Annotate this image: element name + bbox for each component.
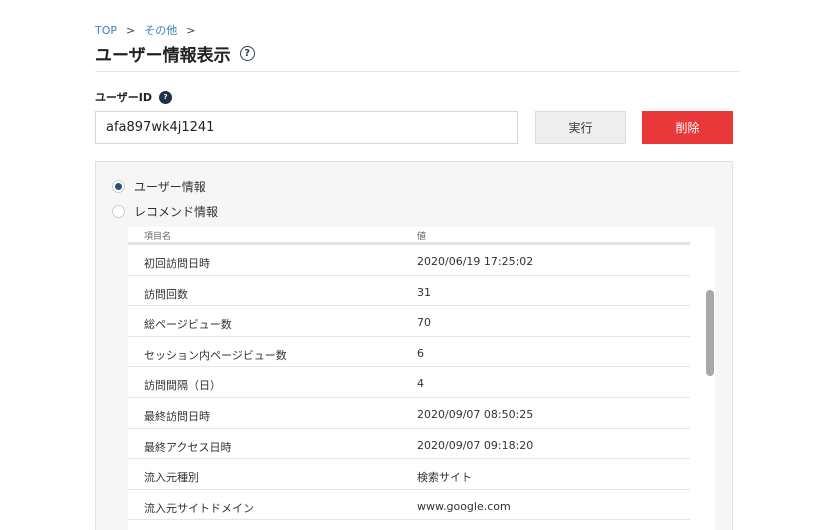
table-body: 初回訪問日時 2020/06/19 17:25:02 訪問回数 31 総ページビ… [128, 245, 690, 530]
row-value: www.google.com [417, 499, 511, 513]
row-value: 2020/09/07 08:50:25 [417, 407, 534, 421]
help-icon[interactable]: ? [239, 46, 255, 61]
table-row: 総ページビュー数 70 [128, 306, 690, 337]
delete-button[interactable]: 削除 [642, 111, 733, 144]
table-header: 項目名 値 [128, 227, 690, 245]
table-row: 最終訪問日時 2020/09/07 08:50:25 [128, 398, 690, 429]
column-header-value: 値 [417, 232, 427, 242]
row-key: 流入元サイトドメイン [144, 501, 254, 515]
row-key: 総ページビュー数 [144, 318, 232, 332]
row-value: 検索サイト [417, 471, 472, 485]
run-button[interactable]: 実行 [535, 111, 626, 144]
table-row: 最終アクセス日時 2020/09/07 09:18:20 [128, 429, 690, 460]
row-value: 6 [417, 346, 424, 360]
table-row: 初回訪問日時 2020/06/19 17:25:02 [128, 245, 690, 276]
header-divider [95, 71, 740, 72]
user-id-label-text: ユーザーID [95, 91, 153, 104]
row-key: 最終アクセス日時 [144, 440, 232, 454]
breadcrumb-separator: > [126, 23, 136, 37]
row-value: 31 [417, 285, 431, 299]
row-value: 4 [417, 377, 424, 391]
row-key: 最終訪問日時 [144, 409, 210, 423]
row-value: 2020/06/19 17:25:02 [417, 255, 534, 268]
radio-user-info[interactable]: ユーザー情報 [112, 178, 206, 195]
table-row: 流入元種別 検索サイト [128, 459, 690, 490]
breadcrumb-link-top[interactable]: TOP [95, 24, 117, 37]
table-row [128, 520, 690, 530]
breadcrumb-link-other[interactable]: その他 [144, 22, 177, 38]
row-key: 訪問間隔（日） [144, 379, 221, 393]
table-row: 訪問間隔（日） 4 [128, 367, 690, 398]
column-header-item: 項目名 [144, 232, 172, 242]
table-row: 訪問回数 31 [128, 276, 690, 307]
radio-button-checked[interactable] [112, 180, 125, 193]
row-value: 70 [417, 316, 431, 330]
breadcrumb-separator: > [186, 23, 196, 37]
row-value: 2020/09/07 09:18:20 [417, 438, 534, 452]
user-id-input[interactable] [95, 111, 518, 144]
radio-label: レコメンド情報 [134, 205, 219, 219]
row-key: 流入元種別 [144, 471, 199, 485]
user-id-label: ユーザーID ? [95, 89, 173, 105]
page-header: ユーザー情報表示 ? [95, 41, 255, 66]
table-row: セッション内ページビュー数 6 [128, 337, 690, 368]
radio-label: ユーザー情報 [134, 180, 206, 194]
radio-button[interactable] [112, 205, 125, 218]
row-key: 初回訪問日時 [144, 257, 210, 270]
row-key: 訪問回数 [144, 287, 188, 301]
radio-recommend-info[interactable]: レコメンド情報 [112, 203, 218, 220]
row-key: セッション内ページビュー数 [144, 348, 287, 362]
info-icon[interactable]: ? [159, 90, 173, 104]
table-scrollbar-thumb[interactable] [706, 290, 714, 376]
breadcrumb: TOP > その他 > [95, 22, 204, 38]
page-title: ユーザー情報表示 [95, 46, 231, 66]
info-table: 項目名 値 初回訪問日時 2020/06/19 17:25:02 訪問回数 31… [128, 227, 715, 530]
table-row: 流入元サイトドメイン www.google.com [128, 490, 690, 521]
